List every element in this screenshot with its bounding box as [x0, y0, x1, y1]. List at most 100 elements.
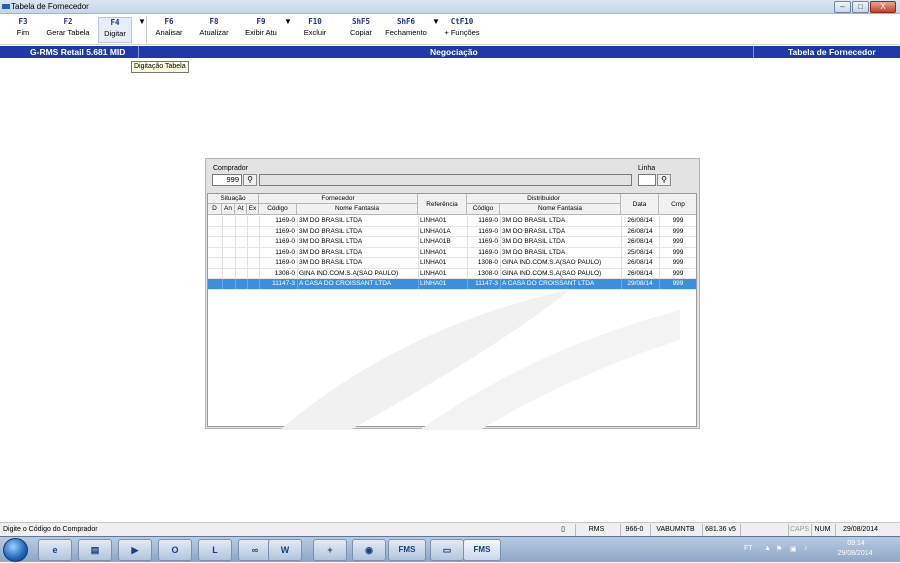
column-divider [259, 216, 260, 226]
toolbar-exibir-atu-button[interactable]: F9 Exibir Atu [242, 17, 280, 43]
close-button[interactable]: X [870, 1, 896, 13]
button-label: Exibir Atu [245, 28, 277, 37]
status-version: 681.36 v5 [702, 524, 738, 536]
calculator-icon[interactable]: + [313, 539, 347, 561]
table-row[interactable]: 1169-0 3M DO BRASIL LTDA LINHA01A 1169-0 3M … [208, 226, 696, 237]
maximize-button[interactable]: □ [852, 1, 869, 13]
header-at: At [235, 204, 247, 215]
clock-time[interactable]: 09:14 [836, 540, 876, 547]
column-divider [500, 226, 501, 237]
dropdown-arrow-icon[interactable]: ▼ [432, 17, 440, 43]
status-num: NUM [811, 524, 833, 536]
header-divider [753, 46, 754, 58]
tooltip: Digitação Tabela [131, 61, 189, 73]
button-label: + Funções [444, 28, 480, 37]
column-divider [247, 247, 248, 258]
cell-nome-fantasia: 3M DO BRASIL LTDA [299, 248, 363, 256]
table-row[interactable]: 1169-0 3M DO BRASIL LTDA LINHA01B 1169-0 3M … [208, 237, 696, 248]
flag-icon[interactable]: ⚑ [776, 545, 782, 553]
toolbar-fechamento-button[interactable]: ShF6 Fechamento [383, 17, 429, 43]
comprador-input[interactable]: 999 [212, 174, 242, 186]
toolbar-analisar-button[interactable]: F6 Analisar [152, 17, 186, 43]
table-row[interactable]: 1169-0 3M DO BRASIL LTDA LINHA01 1169-0 3M D… [208, 216, 696, 227]
start-button[interactable] [3, 538, 28, 562]
cell-dist-codigo: 1169-0 [478, 238, 498, 245]
lync-icon[interactable]: L [198, 539, 232, 561]
table-row[interactable]: 1169-0 3M DO BRASIL LTDA LINHA01 1308-0 GINA… [208, 258, 696, 269]
language-indicator[interactable]: FT [744, 545, 753, 552]
tray-arrow-icon[interactable]: ▲ [764, 545, 771, 552]
column-divider [247, 216, 248, 226]
binoculars-icon[interactable]: ⚲ [243, 174, 257, 186]
toolbar-gerar-tabela-button[interactable]: F2 Gerar Tabela [43, 17, 93, 43]
button-label: Fim [16, 28, 30, 37]
cell-cmp: 999 [672, 269, 684, 277]
cell-dist-nome: GINA IND.COM.S.A(SAO PAULO) [502, 259, 602, 266]
cell-codigo: 11147-3 [272, 280, 295, 287]
toolbar-separator [146, 16, 147, 43]
column-divider [621, 216, 622, 226]
outlook-icon[interactable]: O [158, 539, 192, 561]
cell-codigo: 1169-0 [275, 248, 295, 256]
column-divider [222, 226, 223, 237]
cell-dist-codigo: 1308-0 [477, 259, 498, 266]
column-divider [659, 258, 660, 268]
table-row[interactable]: 1308-0 GINA IND.COM.S.A(SAO PAULO) LINHA01… [208, 268, 696, 279]
table-row[interactable]: 1169-0 3M DO BRASIL LTDA LINHA01 1169-0 3M D… [208, 247, 696, 258]
linha-input[interactable] [638, 174, 656, 186]
window-switch-icon[interactable]: ▭ [430, 539, 464, 561]
cell-referencia: LINHA01 [420, 259, 447, 266]
dropdown-arrow-icon[interactable]: ▼ [138, 17, 146, 43]
cell-cmp: 999 [672, 238, 684, 245]
cell-nome-fantasia: 3M DO BRASIL LTDA [299, 227, 363, 235]
toolbar-fim-button[interactable]: F3 Fim [8, 17, 38, 43]
column-divider [235, 237, 236, 247]
cell-cmp: 999 [672, 259, 684, 266]
column-divider [659, 279, 660, 289]
toolbar-copiar-button[interactable]: ShF5 Copiar [346, 17, 376, 43]
toolbar-mais-funcoes-button[interactable]: CtF10 + Funções [442, 17, 482, 43]
toolbar-atualizar-button[interactable]: F8 Atualizar [196, 17, 232, 43]
network-icon[interactable]: ▣ [790, 545, 797, 553]
word-icon[interactable]: W [268, 539, 302, 561]
network-app-icon[interactable]: ∞ [238, 539, 272, 561]
file-explorer-icon[interactable]: ▤ [78, 539, 112, 561]
toolbar-digitar-button[interactable]: F4 Digitar [98, 17, 132, 43]
cell-nome-fantasia: 3M DO BRASIL LTDA [299, 238, 363, 245]
cell-dist-codigo: 11147-3 [475, 280, 498, 287]
column-divider [659, 226, 660, 237]
toolbar-excluir-button[interactable]: F10 Excluir [300, 17, 330, 43]
column-divider [222, 258, 223, 268]
column-divider [222, 237, 223, 247]
cell-data: 29/08/14 [627, 280, 653, 287]
header-d: D [208, 204, 222, 215]
key-label: F2 [63, 17, 73, 26]
module-name: Negociação [430, 47, 478, 57]
column-divider [659, 237, 660, 247]
key-label: ShF5 [351, 17, 371, 26]
cell-codigo: 1169-0 [275, 217, 295, 224]
remote-app-icon[interactable]: ◉ [352, 539, 386, 561]
window-title: Tabela de Fornecedor [11, 2, 89, 11]
column-divider [467, 237, 468, 247]
column-divider [235, 268, 236, 279]
column-divider [621, 268, 622, 279]
internet-explorer-icon[interactable]: e [38, 539, 72, 561]
cell-cmp: 999 [672, 280, 684, 287]
dropdown-arrow-icon[interactable]: ▼ [284, 17, 292, 43]
fms-app-active-button[interactable]: FMS [463, 539, 501, 561]
column-divider [418, 258, 419, 268]
cell-dist-codigo: 1169-0 [478, 248, 498, 256]
header-ex: Ex [247, 204, 259, 215]
binoculars-icon[interactable]: ⚲ [657, 174, 671, 186]
table-row[interactable]: 11147-3 A CASA DO CROISSANT LTDA LINHA01 11… [208, 279, 696, 290]
minimize-button[interactable]: – [834, 1, 851, 13]
fms-app-button[interactable]: FMS [388, 539, 426, 561]
volume-icon[interactable]: ♪ [804, 545, 808, 552]
media-player-icon[interactable]: ▶ [118, 539, 152, 561]
column-divider [222, 216, 223, 226]
key-label: F3 [18, 17, 28, 26]
clock-date[interactable]: 29/08/2014 [830, 550, 880, 557]
button-label: Copiar [349, 28, 373, 37]
key-label: F4 [110, 18, 120, 27]
